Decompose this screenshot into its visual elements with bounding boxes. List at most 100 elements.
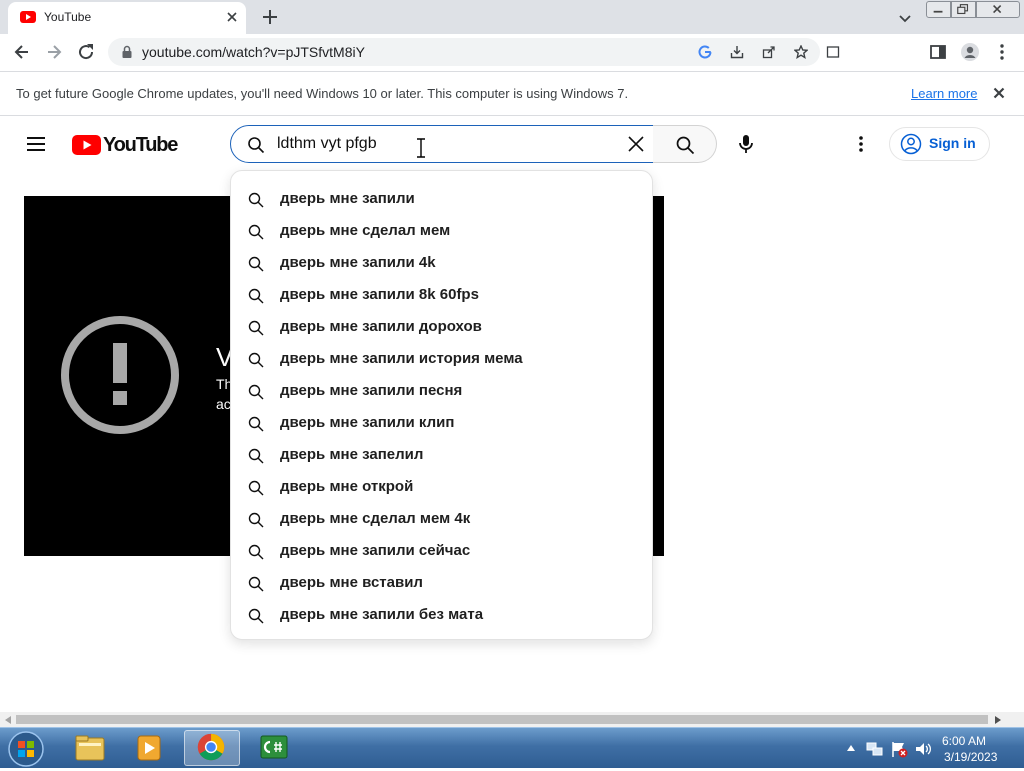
system-tray: 6:00 AM 3/19/2023 <box>840 728 1024 769</box>
window-controls <box>926 1 1020 19</box>
suggestion-text: дверь мне запили без мата <box>280 606 484 623</box>
taskbar-chrome[interactable] <box>184 730 240 766</box>
media-player-icon <box>137 735 161 761</box>
account-circle-icon <box>900 133 922 155</box>
tab-title: YouTube <box>44 10 92 24</box>
restore-button[interactable] <box>951 1 976 18</box>
back-arrow-icon[interactable] <box>12 42 32 62</box>
suggestion-text: дверь мне запили песня <box>280 382 463 399</box>
search-icon <box>248 224 264 240</box>
windows-start-orb-icon[interactable] <box>6 730 46 768</box>
suggestion-item[interactable]: дверь мне запили песня <box>231 376 652 408</box>
folder-icon <box>75 735 105 761</box>
reload-icon[interactable] <box>76 42 96 62</box>
forward-arrow-icon[interactable] <box>44 42 64 62</box>
volume-speaker-icon[interactable] <box>914 740 932 758</box>
url-text: youtube.com/watch?v=pJTSfvtM8iY <box>142 44 365 60</box>
youtube-play-logo-icon <box>72 135 101 155</box>
tab-search-chevron-down-icon[interactable] <box>896 9 914 27</box>
suggestion-text: дверь мне запили 4k <box>280 254 436 271</box>
suggestion-text: дверь мне сделал мем 4к <box>280 510 471 527</box>
minimize-icon <box>933 10 943 13</box>
suggestion-item[interactable]: дверь мне запили <box>231 184 652 216</box>
new-tab-plus-icon[interactable] <box>260 7 280 27</box>
settings-kebab-icon[interactable] <box>850 132 872 156</box>
suggestion-item[interactable]: дверь мне запили 4k <box>231 248 652 280</box>
address-bar[interactable]: youtube.com/watch?v=pJTSfvtM8iY <box>108 38 840 66</box>
suggestion-list: дверь мне запили дверь мне сделал мем двер… <box>231 171 652 632</box>
bookmark-star-icon[interactable] <box>794 45 808 59</box>
hamburger-menu-icon[interactable] <box>24 132 48 156</box>
voice-search-mic-icon[interactable] <box>734 132 758 156</box>
search-icon <box>248 384 264 400</box>
search-box[interactable] <box>230 125 654 163</box>
taskbar-media-player[interactable] <box>122 730 178 766</box>
error-exclamation-icon <box>61 316 179 434</box>
suggestion-text: дверь мне запили история мема <box>280 350 523 367</box>
learn-more-link[interactable]: Learn more <box>911 86 977 101</box>
suggestion-text: дверь мне запили 8k 60fps <box>280 286 479 303</box>
browser-toolbar: youtube.com/watch?v=pJTSfvtM8iY <box>0 34 1024 72</box>
suggestion-item[interactable]: дверь мне запили 8k 60fps <box>231 280 652 312</box>
clock-time[interactable]: 6:00 AM <box>942 734 986 748</box>
search-icon <box>248 576 264 592</box>
suggestion-item[interactable]: дверь мне запили без мата <box>231 600 652 632</box>
csharp-app-icon <box>260 735 288 759</box>
lock-icon[interactable] <box>120 45 134 59</box>
search-suggestions-dropdown: дверь мне запили дверь мне сделал мем двер… <box>230 170 653 640</box>
sign-in-button[interactable]: Sign in <box>889 127 990 161</box>
show-hidden-icons-chevron-up-icon[interactable] <box>846 744 856 752</box>
youtube-favicon-icon <box>20 11 36 23</box>
clear-search-icon[interactable] <box>627 135 645 153</box>
search-icon <box>248 352 264 368</box>
suggestion-item[interactable]: дверь мне запили история мема <box>231 344 652 376</box>
share-icon[interactable] <box>762 45 776 59</box>
suggestion-item[interactable]: дверь мне запелил <box>231 440 652 472</box>
scroll-right-arrow-icon[interactable] <box>994 716 1002 724</box>
windows-taskbar: 6:00 AM 3/19/2023 <box>0 727 1024 768</box>
suggestion-item[interactable]: дверь мне сделал мем 4к <box>231 504 652 536</box>
chrome-update-infobar: To get future Google Chrome updates, you… <box>0 72 1024 116</box>
suggestion-item[interactable]: дверь мне запили дорохов <box>231 312 652 344</box>
restore-icon <box>957 4 969 15</box>
horizontal-scrollbar[interactable] <box>0 712 1024 727</box>
side-panel-icon[interactable] <box>928 42 948 62</box>
text-cursor-icon <box>417 138 425 158</box>
close-window-button[interactable] <box>976 1 1020 18</box>
tab-youtube[interactable]: YouTube <box>8 2 246 34</box>
sign-in-label: Sign in <box>929 135 976 151</box>
suggestion-text: дверь мне запелил <box>280 446 424 463</box>
taskbar-csharp-app[interactable] <box>246 730 302 766</box>
chrome-menu-kebab-icon[interactable] <box>992 42 1012 62</box>
suggestion-text: дверь мне запили клип <box>280 414 455 431</box>
clock-date[interactable]: 3/19/2023 <box>944 750 997 764</box>
tab-strip: YouTube <box>0 0 1024 34</box>
suggestion-item[interactable]: дверь мне сделал мем <box>231 216 652 248</box>
profile-avatar-icon[interactable] <box>960 42 980 62</box>
search-icon <box>248 480 264 496</box>
suggestion-text: дверь мне сделал мем <box>280 222 451 239</box>
scrollbar-thumb[interactable] <box>16 715 988 724</box>
install-app-icon[interactable] <box>826 45 840 59</box>
youtube-wordmark: YouTube <box>103 134 178 156</box>
minimize-button[interactable] <box>926 1 951 18</box>
action-center-flag-icon[interactable] <box>890 740 908 758</box>
search-icon <box>248 448 264 464</box>
suggestion-item[interactable]: дверь мне запили сейчас <box>231 536 652 568</box>
close-tab-icon[interactable] <box>224 9 240 25</box>
suggestion-item[interactable]: дверь мне запили клип <box>231 408 652 440</box>
search-button[interactable] <box>653 125 717 163</box>
search-input[interactable] <box>277 132 607 156</box>
youtube-logo[interactable]: YouTube <box>72 133 178 157</box>
scroll-left-arrow-icon[interactable] <box>4 716 12 724</box>
suggestion-text: дверь мне запили <box>280 190 415 207</box>
download-icon[interactable] <box>730 45 744 59</box>
infobar-message: To get future Google Chrome updates, you… <box>16 86 629 101</box>
suggestion-item[interactable]: дверь мне открой <box>231 472 652 504</box>
suggestion-item[interactable]: дверь мне вставил <box>231 568 652 600</box>
network-icon[interactable] <box>866 740 884 758</box>
search-icon <box>248 288 264 304</box>
close-infobar-icon[interactable] <box>991 85 1007 101</box>
taskbar-explorer[interactable] <box>62 730 118 766</box>
google-lens-icon[interactable] <box>698 45 712 59</box>
